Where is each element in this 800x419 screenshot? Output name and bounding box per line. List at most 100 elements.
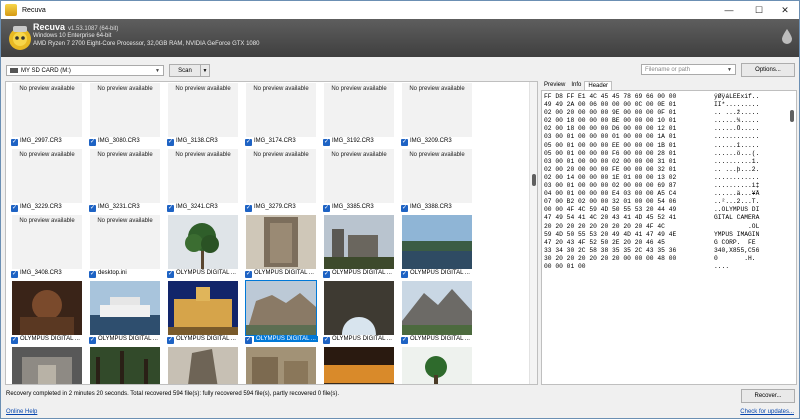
file-tile[interactable]: ✓OLYMPUS DIGITAL ... — [242, 280, 319, 347]
product-title: Recuva — [33, 22, 66, 32]
file-tile[interactable]: ✓OLYMPUS DIGITAL ... — [398, 215, 475, 281]
grid-scrollbar[interactable] — [529, 82, 537, 384]
file-tile[interactable]: No preview available ✓ IMG_3080.CR3 — [86, 83, 163, 149]
file-checkbox[interactable]: ✓ — [323, 139, 330, 146]
photo-preview-image — [402, 347, 472, 384]
hex-scroll-thumb[interactable] — [790, 110, 794, 122]
filename-search-input[interactable]: Filename or path ▼ — [641, 64, 736, 75]
file-checkbox[interactable]: ✓ — [245, 271, 252, 278]
file-checkbox[interactable]: ✓ — [401, 139, 408, 146]
file-tile[interactable]: No preview available ✓ IMG_3174.CR3 — [242, 83, 319, 149]
file-checkbox[interactable]: ✓ — [245, 139, 252, 146]
photo-preview-image — [324, 215, 394, 269]
file-checkbox[interactable]: ✓ — [245, 337, 252, 344]
file-tile[interactable]: No preview available ✓ desktop.ini — [86, 215, 163, 281]
file-checkbox[interactable]: ✓ — [167, 139, 174, 146]
app-header: Recuva v1.53.1087 (64-bit) Windows 10 Ent… — [1, 19, 799, 57]
file-tile[interactable]: ✓OLYMPUS DIGITAL ... — [164, 347, 241, 384]
footer: Online Help Check for updates... — [1, 406, 799, 419]
file-tile[interactable]: ✓OLYMPUS DIGITAL ... — [242, 347, 319, 384]
file-checkbox[interactable]: ✓ — [89, 205, 96, 212]
scan-dropdown-button[interactable]: ▼ — [200, 64, 210, 77]
file-tile[interactable]: No preview available ✓ IMG_3241.CR3 — [164, 149, 241, 215]
file-name-label: IMG_3241.CR3 — [176, 204, 218, 210]
file-tile[interactable]: ✓OLYMPUS DIGITAL ... — [164, 215, 241, 281]
file-tile[interactable]: ✓OLYMPUS DIGITAL ... — [320, 215, 397, 281]
file-preview-thumbnail: No preview available — [324, 83, 394, 137]
file-preview-thumbnail: No preview available — [90, 149, 160, 203]
file-checkbox[interactable]: ✓ — [245, 205, 252, 212]
file-tile[interactable]: No preview available ✓ IMG_3408.CR3 — [8, 215, 85, 281]
hex-row: 47 49 54 41 4C 20 43 41 4D 45 52 41 — [544, 214, 677, 222]
file-checkbox[interactable]: ✓ — [11, 337, 18, 344]
drive-selector[interactable]: MY SD CARD (M:) ▼ — [6, 65, 164, 76]
file-thumbnail-grid[interactable]: No preview available ✓ IMG_2997.CR3 No prev… — [5, 81, 538, 385]
file-tile[interactable]: ✓OLYMPUS DIGITAL ... — [8, 347, 85, 384]
file-tile[interactable]: No preview available ✓ IMG_3209.CR3 — [398, 83, 475, 149]
hex-row: 04 00 01 00 00 00 E4 03 00 00 A5 C4 — [544, 190, 677, 198]
file-checkbox[interactable]: ✓ — [89, 271, 96, 278]
file-checkbox[interactable]: ✓ — [323, 271, 330, 278]
file-checkbox[interactable]: ✓ — [11, 139, 18, 146]
minimize-button[interactable]: — — [715, 1, 743, 19]
photo-preview-image — [90, 347, 160, 384]
check-updates-link[interactable]: Check for updates... — [740, 409, 794, 415]
recuva-app-icon — [5, 4, 17, 16]
file-tile[interactable]: No preview available ✓ IMG_3388.CR3 — [398, 149, 475, 215]
scan-button[interactable]: Scan — [169, 64, 201, 77]
online-help-link[interactable]: Online Help — [6, 409, 37, 415]
file-name-label: IMG_3388.CR3 — [410, 204, 452, 210]
file-tile[interactable]: No preview available ✓ IMG_3138.CR3 — [164, 83, 241, 149]
file-checkbox[interactable]: ✓ — [167, 271, 174, 278]
maximize-button[interactable]: ☐ — [745, 1, 773, 19]
file-tile[interactable]: ✓OLYMPUS DIGITAL ... — [320, 281, 397, 347]
file-checkbox[interactable]: ✓ — [323, 337, 330, 344]
no-preview-label: No preview available — [331, 86, 387, 92]
photo-preview-image — [324, 347, 394, 384]
file-tile[interactable]: ✓OLYMPUS DIGITAL ... — [86, 347, 163, 384]
file-tile[interactable]: No preview available ✓ IMG_3385.CR3 — [320, 149, 397, 215]
file-tile[interactable]: No preview available ✓ IMG_3192.CR3 — [320, 83, 397, 149]
file-name-label: IMG_3229.CR3 — [20, 204, 62, 210]
hex-scrollbar[interactable] — [789, 92, 795, 384]
recover-button[interactable]: Recover... — [741, 389, 795, 403]
file-tile[interactable]: ✓OLYMPUS DIGITAL ... — [86, 281, 163, 347]
file-tile[interactable]: ✓OLYMPUS DIGITAL ... — [398, 281, 475, 347]
chevron-down-icon: ▼ — [727, 66, 732, 73]
hex-row: 02 00 18 00 00 00 BE 00 00 00 10 01 — [544, 117, 677, 125]
file-tile[interactable]: ✓OLYMPUS DIGITAL ... — [320, 347, 397, 384]
no-preview-label: No preview available — [19, 218, 75, 224]
file-preview-thumbnail — [402, 215, 472, 269]
file-tile[interactable]: ✓OLYMPUS DIGITAL ... — [242, 215, 319, 281]
search-placeholder: Filename or path — [645, 66, 691, 73]
file-checkbox[interactable]: ✓ — [401, 205, 408, 212]
ascii-row: YMPUS IMAGIN — [714, 230, 760, 238]
file-tile[interactable]: No preview available ✓ IMG_3279.CR3 — [242, 149, 319, 215]
close-button[interactable]: ✕ — [771, 1, 799, 19]
file-checkbox[interactable]: ✓ — [323, 205, 330, 212]
file-checkbox[interactable]: ✓ — [401, 271, 408, 278]
file-tile[interactable]: ✓OLYMPUS DIGITAL ... — [398, 347, 475, 384]
hex-row: 02 00 14 00 00 00 1E 01 00 00 13 02 — [544, 173, 677, 181]
file-checkbox[interactable]: ✓ — [167, 205, 174, 212]
file-tile[interactable]: ✓OLYMPUS DIGITAL ... — [164, 281, 241, 347]
file-tile[interactable]: No preview available ✓ IMG_2997.CR3 — [8, 83, 85, 149]
product-version: v1.53.1087 (64-bit) — [68, 26, 119, 32]
file-checkbox[interactable]: ✓ — [11, 205, 18, 212]
file-checkbox[interactable]: ✓ — [167, 337, 174, 344]
file-preview-thumbnail — [402, 347, 472, 384]
file-checkbox[interactable]: ✓ — [11, 271, 18, 278]
file-checkbox[interactable]: ✓ — [401, 337, 408, 344]
options-button[interactable]: Options... — [741, 63, 795, 77]
hex-header-view[interactable]: FF D8 FF E1 4C 45 45 78 69 66 00 00 49 49… — [541, 90, 797, 385]
grid-scroll-thumb[interactable] — [532, 174, 536, 186]
hex-row: 02 00 20 00 00 00 FE 00 00 00 32 01 — [544, 165, 677, 173]
chevron-down-icon: ▼ — [155, 67, 160, 74]
file-tile[interactable]: No preview available ✓ IMG_3229.CR3 — [8, 149, 85, 215]
file-checkbox[interactable]: ✓ — [89, 139, 96, 146]
file-name-label: OLYMPUS DIGITAL ... — [98, 336, 158, 342]
file-checkbox[interactable]: ✓ — [89, 337, 96, 344]
file-tile[interactable]: ✓OLYMPUS DIGITAL ... — [8, 281, 85, 347]
ascii-row: ......Ö..... — [714, 125, 760, 133]
file-tile[interactable]: No preview available ✓ IMG_3231.CR3 — [86, 149, 163, 215]
